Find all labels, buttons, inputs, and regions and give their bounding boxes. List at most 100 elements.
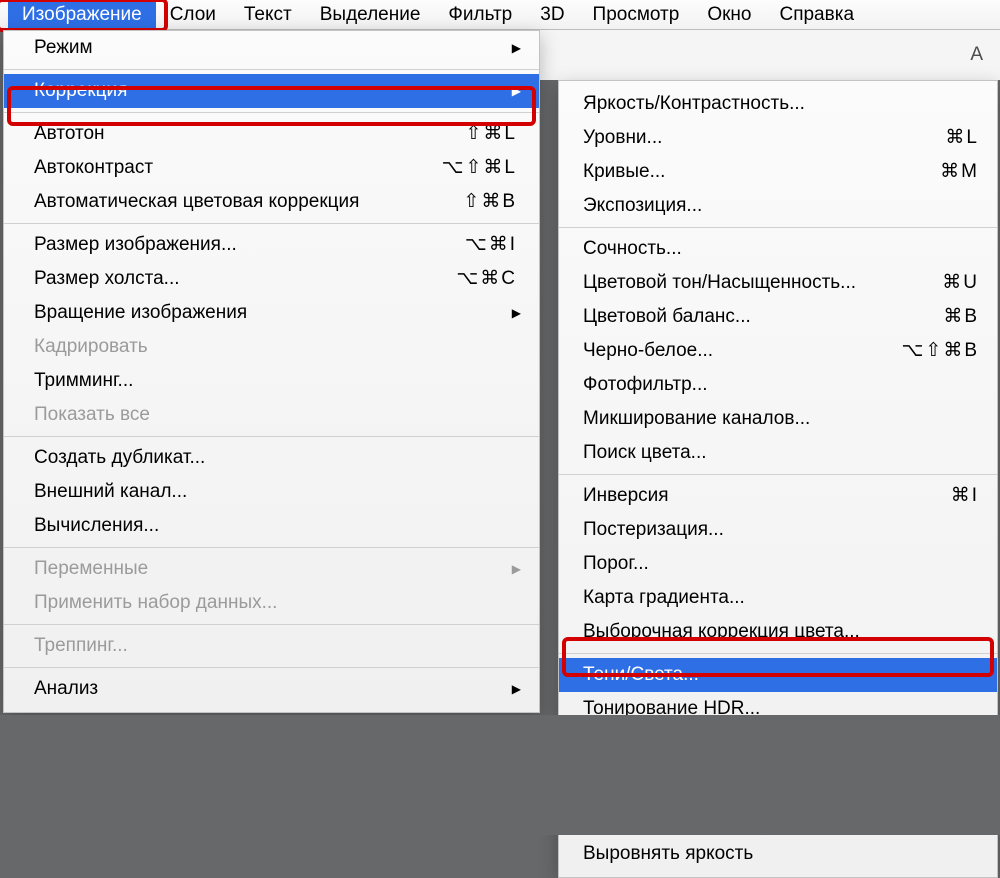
correction-submenu-item[interactable]: Поиск цвета... bbox=[559, 436, 997, 470]
correction-submenu-item-label: Выровнять яркость bbox=[583, 841, 979, 867]
correction-submenu-item-label: Поиск цвета... bbox=[583, 440, 979, 466]
correction-submenu-item[interactable]: Цветовой баланс...⌘B bbox=[559, 300, 997, 334]
image-menu-separator bbox=[4, 667, 539, 668]
correction-submenu-item-label: Фотофильтр... bbox=[583, 372, 979, 398]
menubar: ИзображениеСлоиТекстВыделениеФильтр3DПро… bbox=[0, 0, 1000, 30]
submenu-arrow-icon: ▶ bbox=[512, 78, 521, 104]
image-menu-item-label: Размер холста... bbox=[34, 266, 456, 292]
image-menu-item-label: Анализ bbox=[34, 676, 512, 702]
image-menu-item-label: Создать дубликат... bbox=[34, 445, 517, 471]
canvas-background bbox=[0, 715, 1000, 835]
correction-submenu-separator bbox=[559, 653, 997, 654]
image-menu-item-label: Треппинг... bbox=[34, 633, 517, 659]
image-menu-item-label: Коррекция bbox=[34, 78, 512, 104]
image-menu-item-shortcut: ⌥⇧⌘L bbox=[442, 155, 517, 181]
image-menu-item-label: Переменные bbox=[34, 556, 512, 582]
correction-submenu-item[interactable]: Уровни...⌘L bbox=[559, 121, 997, 155]
ruler-strip: A bbox=[540, 30, 1000, 80]
correction-submenu-item[interactable]: Цветовой тон/Насыщенность...⌘U bbox=[559, 266, 997, 300]
menubar-item-0[interactable]: Изображение bbox=[8, 0, 156, 30]
correction-submenu-item[interactable]: Микширование каналов... bbox=[559, 402, 997, 436]
image-menu-separator bbox=[4, 223, 539, 224]
correction-submenu-item-label: Цветовой баланс... bbox=[583, 304, 943, 330]
image-menu-item-label: Показать все bbox=[34, 402, 517, 428]
image-menu-separator bbox=[4, 112, 539, 113]
image-menu-item[interactable]: Автоконтраст⌥⇧⌘L bbox=[4, 151, 539, 185]
correction-submenu-item-label: Тени/Света... bbox=[583, 662, 979, 688]
correction-submenu-item[interactable]: Черно-белое...⌥⇧⌘B bbox=[559, 334, 997, 368]
correction-submenu-item[interactable]: Выровнять яркость bbox=[559, 837, 997, 871]
correction-submenu-item[interactable]: Фотофильтр... bbox=[559, 368, 997, 402]
image-menu-item[interactable]: Внешний канал... bbox=[4, 475, 539, 509]
correction-submenu-separator bbox=[559, 227, 997, 228]
image-menu-item-shortcut: ⌥⌘C bbox=[456, 266, 517, 292]
correction-submenu-item-label: Яркость/Контрастность... bbox=[583, 91, 979, 117]
image-menu-item-shortcut: ⌥⌘I bbox=[465, 232, 517, 258]
image-menu-item[interactable]: Размер холста...⌥⌘C bbox=[4, 262, 539, 296]
correction-submenu-item-shortcut: ⌘M bbox=[940, 159, 979, 185]
menubar-item-3[interactable]: Выделение bbox=[306, 0, 435, 30]
image-menu-separator bbox=[4, 547, 539, 548]
menubar-item-2[interactable]: Текст bbox=[230, 0, 306, 30]
correction-submenu-item[interactable]: Порог... bbox=[559, 547, 997, 581]
image-menu-item-label: Режим bbox=[34, 35, 512, 61]
correction-submenu-item[interactable]: Карта градиента... bbox=[559, 581, 997, 615]
correction-submenu-item-shortcut: ⌘L bbox=[945, 125, 979, 151]
submenu-arrow-icon: ▶ bbox=[512, 300, 521, 326]
image-dropdown-menu: Режим▶Коррекция▶Автотон⇧⌘LАвтоконтраст⌥⇧… bbox=[3, 30, 540, 713]
correction-submenu-item[interactable]: Кривые...⌘M bbox=[559, 155, 997, 189]
correction-submenu-item[interactable]: Постеризация... bbox=[559, 513, 997, 547]
correction-submenu-item[interactable]: Сочность... bbox=[559, 232, 997, 266]
image-menu-separator bbox=[4, 436, 539, 437]
image-menu-item-label: Автоконтраст bbox=[34, 155, 442, 181]
image-menu-item[interactable]: Анализ▶ bbox=[4, 672, 539, 706]
ruler-label: A bbox=[970, 44, 984, 66]
correction-submenu-separator bbox=[559, 474, 997, 475]
correction-submenu-item[interactable]: Яркость/Контрастность... bbox=[559, 87, 997, 121]
correction-submenu-item[interactable]: Экспозиция... bbox=[559, 189, 997, 223]
image-menu-item[interactable]: Вращение изображения▶ bbox=[4, 296, 539, 330]
image-menu-item: Показать все bbox=[4, 398, 539, 432]
menubar-item-1[interactable]: Слои bbox=[156, 0, 230, 30]
correction-submenu-item-label: Постеризация... bbox=[583, 517, 979, 543]
correction-submenu-item-label: Выборочная коррекция цвета... bbox=[583, 619, 979, 645]
menubar-item-5[interactable]: 3D bbox=[526, 0, 578, 30]
image-menu-item-label: Применить набор данных... bbox=[34, 590, 517, 616]
image-menu-item[interactable]: Создать дубликат... bbox=[4, 441, 539, 475]
correction-submenu-item-shortcut: ⌘I bbox=[951, 483, 979, 509]
submenu-arrow-icon: ▶ bbox=[512, 676, 521, 702]
image-menu-item[interactable]: Коррекция▶ bbox=[4, 74, 539, 108]
correction-submenu-item-label: Уровни... bbox=[583, 125, 945, 151]
correction-submenu-item[interactable]: Выборочная коррекция цвета... bbox=[559, 615, 997, 649]
image-menu-item[interactable]: Режим▶ bbox=[4, 31, 539, 65]
image-menu-item[interactable]: Автоматическая цветовая коррекция⇧⌘B bbox=[4, 185, 539, 219]
image-menu-item-label: Вращение изображения bbox=[34, 300, 512, 326]
correction-submenu-item-label: Микширование каналов... bbox=[583, 406, 979, 432]
image-menu-item-label: Автотон bbox=[34, 121, 466, 147]
menubar-item-6[interactable]: Просмотр bbox=[579, 0, 694, 30]
correction-submenu-item-shortcut: ⌥⇧⌘B bbox=[902, 338, 980, 364]
correction-submenu-item-label: Карта градиента... bbox=[583, 585, 979, 611]
correction-submenu-item[interactable]: Инверсия⌘I bbox=[559, 479, 997, 513]
image-menu-item[interactable]: Вычисления... bbox=[4, 509, 539, 543]
correction-submenu-item[interactable]: Тени/Света... bbox=[559, 658, 997, 692]
correction-submenu-item-label: Инверсия bbox=[583, 483, 951, 509]
correction-submenu-item-label: Черно-белое... bbox=[583, 338, 902, 364]
menubar-item-4[interactable]: Фильтр bbox=[434, 0, 526, 30]
correction-submenu-item-shortcut: ⌘B bbox=[943, 304, 979, 330]
menubar-item-7[interactable]: Окно bbox=[693, 0, 765, 30]
image-menu-item: Применить набор данных... bbox=[4, 586, 539, 620]
submenu-arrow-icon: ▶ bbox=[512, 556, 521, 582]
image-menu-item[interactable]: Автотон⇧⌘L bbox=[4, 117, 539, 151]
correction-submenu-item-shortcut: ⌘U bbox=[942, 270, 979, 296]
image-menu-item-label: Вычисления... bbox=[34, 513, 517, 539]
image-menu-item-label: Внешний канал... bbox=[34, 479, 517, 505]
image-menu-item[interactable]: Размер изображения...⌥⌘I bbox=[4, 228, 539, 262]
image-menu-item-shortcut: ⇧⌘L bbox=[466, 121, 518, 147]
correction-submenu-item-label: Экспозиция... bbox=[583, 193, 979, 219]
correction-submenu-item-label: Порог... bbox=[583, 551, 979, 577]
image-menu-item-label: Автоматическая цветовая коррекция bbox=[34, 189, 463, 215]
image-menu-item[interactable]: Тримминг... bbox=[4, 364, 539, 398]
menubar-item-8[interactable]: Справка bbox=[765, 0, 868, 30]
image-menu-separator bbox=[4, 69, 539, 70]
